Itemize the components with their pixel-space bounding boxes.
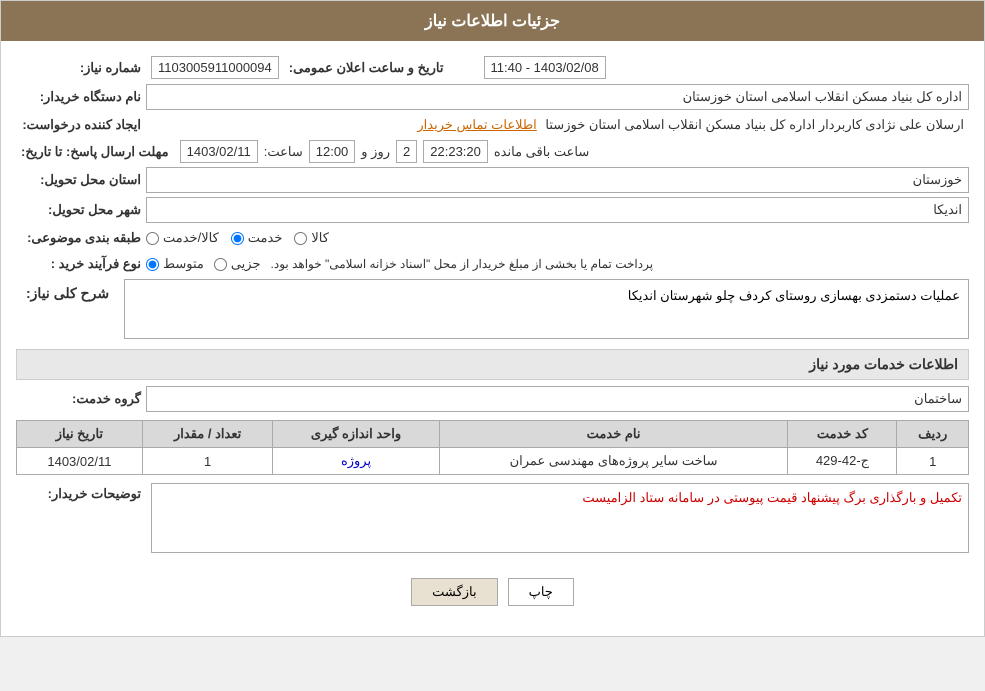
city-label: شهر محل تحویل: (16, 199, 146, 221)
cell-service-name: ساخت سایر پروژه‌های مهندسی عمران (439, 448, 788, 475)
service-group-row: گروه خدمت: ساختمان (16, 386, 969, 412)
col-row-num: ردیف (897, 421, 969, 448)
announce-value: 1403/02/08 - 11:40 (484, 56, 606, 79)
buyer-desc-value: تکمیل و بارگذاری برگ پیشنهاد قیمت پیوستی… (151, 483, 969, 553)
col-date: تاریخ نیاز (17, 421, 143, 448)
col-unit: واحد اندازه گیری (273, 421, 439, 448)
cell-unit: پروژه (273, 448, 439, 475)
announce-label: تاریخ و ساعت اعلان عمومی: (284, 57, 449, 79)
cell-quantity: 1 (142, 448, 273, 475)
process-jozii[interactable]: جزیی (214, 256, 261, 272)
city-value: اندیکا (146, 197, 969, 223)
table-row: 1 ج-42-429 ساخت سایر پروژه‌های مهندسی عم… (17, 448, 969, 475)
cell-date: 1403/02/11 (17, 448, 143, 475)
need-number-label: شماره نیاز: (16, 57, 146, 79)
services-table: ردیف کد خدمت نام خدمت واحد اندازه گیری ت… (16, 420, 969, 475)
city-row: شهر محل تحویل: اندیکا (16, 197, 969, 223)
category-label: طبقه بندی موضوعی: (16, 227, 146, 249)
buyer-desc-row: توضیحات خریدار: تکمیل و بارگذاری برگ پیش… (16, 483, 969, 553)
deadline-row: مهلت ارسال پاسخ: تا تاریخ: 1403/02/11 سا… (16, 140, 969, 163)
services-section-header: اطلاعات خدمات مورد نیاز (16, 349, 969, 380)
category-khidmat[interactable]: خدمت (231, 230, 283, 246)
province-label: استان محل تحویل: (16, 169, 146, 191)
description-textarea (124, 279, 969, 339)
province-row: استان محل تحویل: خوزستان (16, 167, 969, 193)
footer-buttons: چاپ بازگشت (16, 563, 969, 621)
creator-row: ایجاد کننده درخواست: ارسلان علی نژادی کا… (16, 114, 969, 136)
service-group-label: گروه خدمت: (16, 388, 146, 410)
col-service-name: نام خدمت (439, 421, 788, 448)
deadline-days-label: روز و (361, 144, 390, 160)
col-quantity: تعداد / مقدار (142, 421, 273, 448)
header-title: جزئیات اطلاعات نیاز (425, 13, 560, 30)
print-button[interactable]: چاپ (508, 578, 574, 606)
description-label: شرح کلی نیاز: (16, 279, 119, 308)
buyer-desc-label: توضیحات خریدار: (16, 483, 146, 505)
category-row: طبقه بندی موضوعی: کالا/خدمت خدمت کالا (16, 227, 969, 249)
creator-value: ارسلان علی نژادی کاربردار اداره کل بنیاد… (146, 114, 969, 136)
deadline-remaining-label: ساعت باقی مانده (494, 144, 589, 160)
service-group-value: ساختمان (146, 386, 969, 412)
process-options: متوسط جزیی پرداخت تمام یا بخشی از مبلغ خ… (146, 256, 969, 272)
buyer-name-label: نام دستگاه خریدار: (16, 86, 146, 108)
deadline-time-label: ساعت: (264, 144, 303, 160)
creator-text: ارسلان علی نژادی کاربردار اداره کل بنیاد… (545, 117, 964, 132)
category-kala-khidmat[interactable]: کالا/خدمت (146, 230, 219, 246)
creator-link[interactable]: اطلاعات تماس خریدار (417, 117, 536, 132)
deadline-time: 12:00 (309, 140, 356, 163)
back-button[interactable]: بازگشت (411, 578, 497, 606)
col-service-code: کد خدمت (788, 421, 897, 448)
process-row: نوع فرآیند خرید : متوسط جزیی پرداخت تمام… (16, 253, 969, 275)
category-kala[interactable]: کالا (294, 230, 329, 246)
description-row: شرح کلی نیاز: (16, 279, 969, 339)
category-options: کالا/خدمت خدمت کالا (146, 230, 329, 246)
deadline-date: 1403/02/11 (180, 140, 258, 163)
process-note: پرداخت تمام یا بخشی از مبلغ خریدار از مح… (271, 257, 654, 271)
process-label: نوع فرآیند خرید : (16, 253, 146, 275)
cell-row-num: 1 (897, 448, 969, 475)
need-number-row: شماره نیاز: 1103005911000094 تاریخ و ساع… (16, 56, 969, 79)
need-number-value: 1103005911000094 (151, 56, 279, 79)
cell-service-code: ج-42-429 (788, 448, 897, 475)
process-motavasset[interactable]: متوسط (146, 256, 204, 272)
page-header: جزئیات اطلاعات نیاز (1, 1, 984, 41)
buyer-name-row: نام دستگاه خریدار: اداره کل بنیاد مسکن ا… (16, 84, 969, 110)
deadline-days: 2 (396, 140, 417, 163)
deadline-label: مهلت ارسال پاسخ: تا تاریخ: (16, 141, 174, 163)
creator-label: ایجاد کننده درخواست: (16, 114, 146, 136)
buyer-name-value: اداره کل بنیاد مسکن انقلاب اسلامی استان … (146, 84, 969, 110)
province-value: خوزستان (146, 167, 969, 193)
main-content: شماره نیاز: 1103005911000094 تاریخ و ساع… (1, 41, 984, 636)
deadline-remaining: 22:23:20 (423, 140, 488, 163)
page-wrapper: جزئیات اطلاعات نیاز شماره نیاز: 11030059… (0, 0, 985, 637)
